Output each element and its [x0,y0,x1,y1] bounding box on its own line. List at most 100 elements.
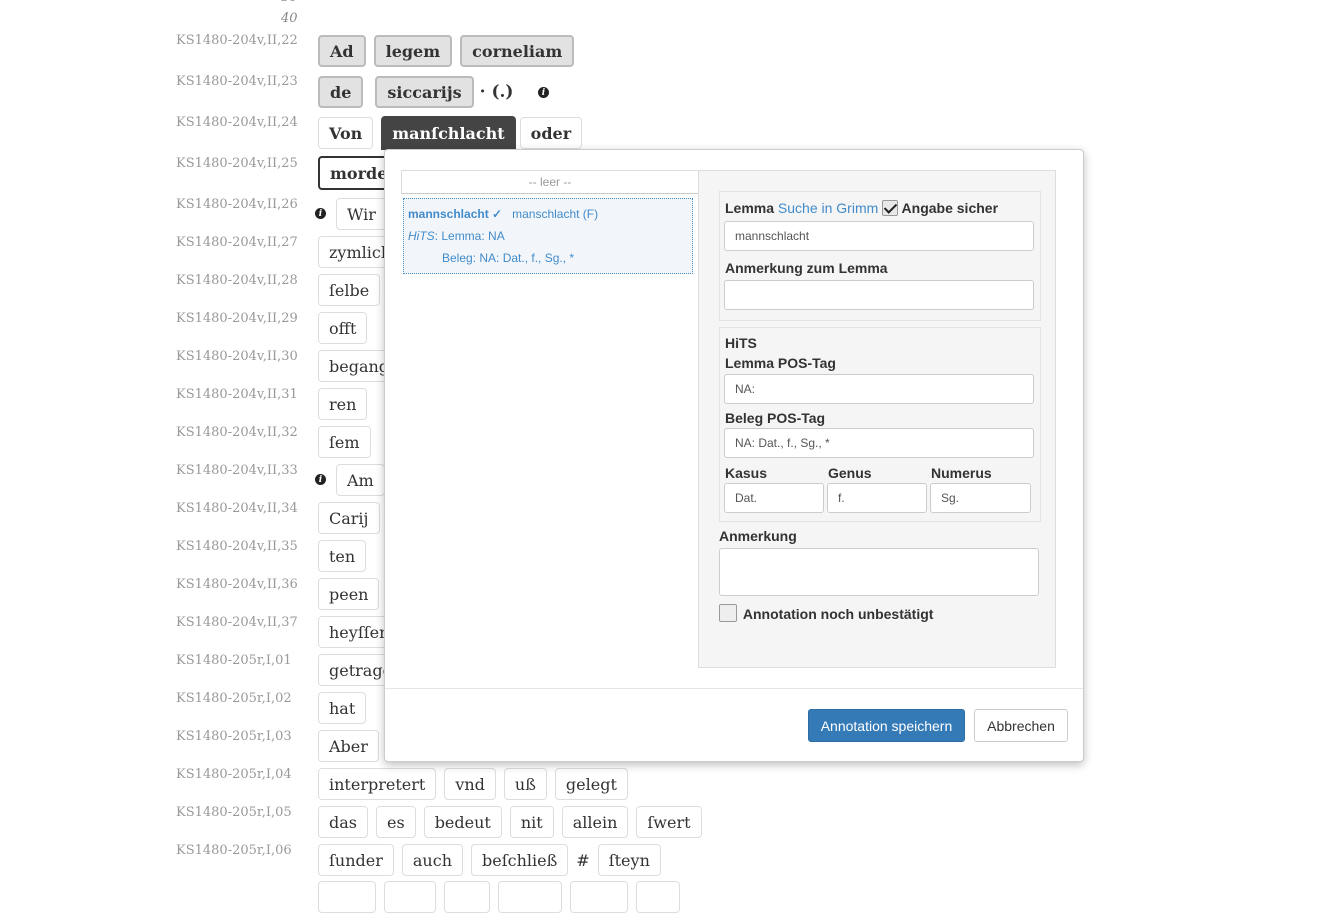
token[interactable]: auch [401,844,463,876]
token[interactable]: peen [318,578,380,610]
anm-lemma-label: Anmerkung zum Lemma [725,260,888,276]
anm-lemma-input[interactable] [724,280,1034,310]
token[interactable]: Wir [336,198,387,230]
token[interactable]: interpretert [318,768,437,800]
save-annotation-button[interactable]: Annotation speichern [808,709,965,742]
token-row: Aber [318,729,379,763]
line-label: KS1480-204v,II,27 [176,235,298,250]
token[interactable]: offt [318,312,368,344]
hits-title: HiTS [725,335,757,351]
suggestion-hits: : Lemma: NA [434,229,505,243]
token-row: de siccarijs · (.) [318,75,513,109]
token[interactable]: allein [561,806,629,838]
token[interactable]: legem [373,35,453,67]
hash-marker: # [576,850,590,870]
hits-fieldset: HiTS Lemma POS-Tag NA: Beleg POS-Tag NA:… [719,327,1041,522]
token[interactable]: ſunder [318,844,394,876]
line-label: KS1480-204v,II,37 [176,615,298,630]
numerus-input[interactable]: Sg. [930,483,1031,513]
token[interactable]: Aber [318,730,379,762]
token-row: offt [318,311,368,345]
token[interactable] [384,881,436,913]
line-label: KS1480-204v,II,32 [176,425,298,440]
token[interactable]: beſchließ [471,844,569,876]
kasus-input[interactable]: Dat. [724,483,824,513]
token[interactable]: ſelbe [318,274,381,306]
token[interactable]: Am [336,464,385,496]
token[interactable]: Ad [318,35,366,67]
anmerkung-textarea[interactable] [719,548,1039,596]
line-label: KS1480-205r,I,05 [176,805,292,820]
token[interactable]: uß [503,768,547,800]
token[interactable]: ten [318,540,367,572]
sicher-checkbox[interactable] [882,200,899,216]
token[interactable]: es [376,806,416,838]
line-label: KS1480-204v,II,23 [176,74,298,89]
line-label: KS1480-204v,II,34 [176,501,298,516]
suggestion-alt: manschlacht (F) [512,207,599,221]
token-row-partial [318,880,680,914]
token[interactable]: ſwert [636,806,702,838]
lemma-label: Lemma [725,200,775,216]
token[interactable]: ren [318,388,368,420]
token-row: peen [318,577,380,611]
unbestaetigt-checkbox[interactable] [719,604,737,622]
line-label: KS1480-205r,I,04 [176,767,292,782]
token-row: interpretert vnd uß gelegt [318,767,628,801]
popup-footer-divider [385,688,1083,689]
info-icon[interactable]: i [538,87,549,98]
token[interactable]: siccarijs [375,76,474,108]
token-row: Von manſchlacht oder [318,116,583,150]
lemma-input[interactable]: mannschlacht [724,221,1034,251]
token[interactable]: vnd [444,768,496,800]
token-row: hat [318,691,367,725]
numerus-label: Numerus [931,465,992,481]
token[interactable] [444,881,490,913]
line-label: KS1480-204v,II,35 [176,539,298,554]
info-icon[interactable]: i [315,474,326,485]
token-row: Ad legem corneliam [318,34,575,68]
empty-option[interactable]: -- leer -- [401,170,699,194]
token[interactable]: bedeut [423,806,502,838]
grimm-link[interactable]: Suche in Grimm [778,200,878,216]
token[interactable]: Carij [318,502,380,534]
annotation-form: Lemma Suche in Grimm Angabe sicher manns… [698,170,1056,668]
line-label: KS1480-205r,I,01 [176,653,292,668]
token-row: ten [318,539,367,573]
token[interactable]: hat [318,692,367,724]
line-label: KS1480-204v,II,28 [176,273,298,288]
page-number-30: 30 [281,0,298,5]
suggestion-norm: mannschlacht ✓ [408,207,503,221]
punctuation: · (.) [479,82,514,102]
token[interactable]: corneliam [460,35,575,67]
info-icon[interactable]: i [315,208,326,219]
sicher-label: Angabe sicher [901,200,999,216]
token[interactable]: de [318,76,364,108]
token[interactable] [318,881,376,913]
lemma-pos-label: Lemma POS-Tag [725,355,836,371]
token[interactable]: Von [318,117,374,149]
beleg-pos-input[interactable]: NA: Dat., f., Sg., * [724,428,1034,458]
token-selected[interactable]: manſchlacht [381,116,516,150]
token[interactable]: ſem [318,426,371,458]
cancel-button[interactable]: Abbrechen [974,709,1068,742]
line-label: KS1480-204v,II,26 [176,197,298,212]
token[interactable] [570,881,628,913]
line-label: KS1480-204v,II,36 [176,577,298,592]
token[interactable] [636,881,680,913]
genus-input[interactable]: f. [827,483,927,513]
suggestion-list: -- leer -- mannschlacht ✓ manschlacht (F… [401,170,699,274]
suggestion-option[interactable]: mannschlacht ✓ manschlacht (F) HiTS: Lem… [403,198,693,274]
token[interactable] [498,881,562,913]
token[interactable]: oder [519,117,583,149]
token[interactable]: das [318,806,368,838]
lemma-pos-input[interactable]: NA: [724,374,1034,404]
token-row: Wir [336,197,387,231]
token-row: ſunder auch beſchließ # ſteyn [318,843,661,877]
token[interactable]: ſteyn [597,844,661,876]
token[interactable]: gelegt [554,768,628,800]
unbestaetigt-label: Annotation noch unbestätigt [742,606,934,622]
token[interactable]: nit [509,806,554,838]
annotation-popup: -- leer -- mannschlacht ✓ manschlacht (F… [384,149,1084,762]
beleg-pos-label: Beleg POS-Tag [725,410,826,426]
